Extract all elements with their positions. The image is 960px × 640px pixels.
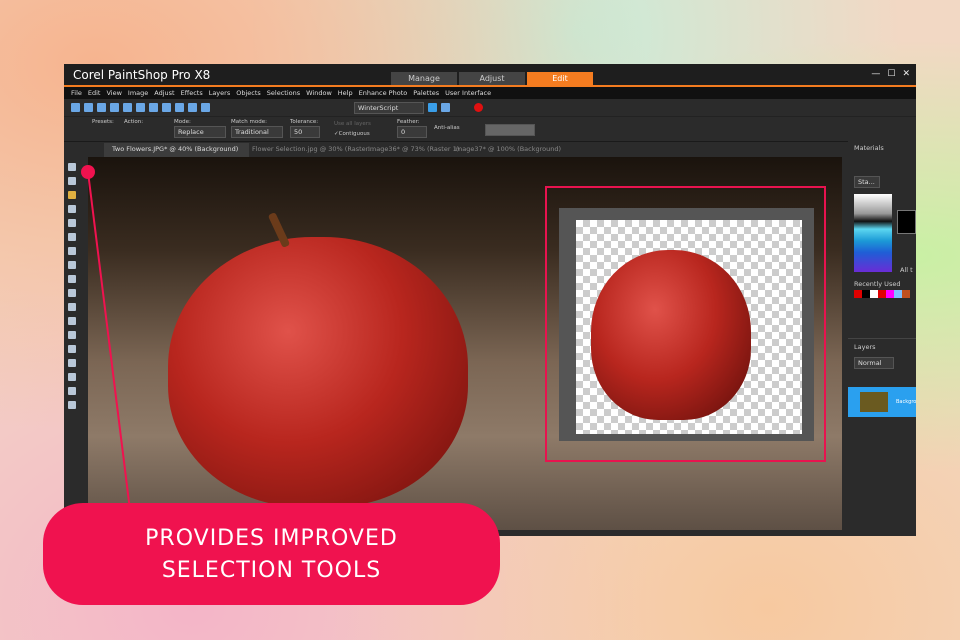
callout-bubble: PROVIDES IMPROVED SELECTION TOOLS bbox=[43, 503, 500, 605]
callout-line-2: SELECTION TOOLS bbox=[161, 558, 382, 583]
callout-line-1: PROVIDES IMPROVED bbox=[145, 526, 398, 551]
